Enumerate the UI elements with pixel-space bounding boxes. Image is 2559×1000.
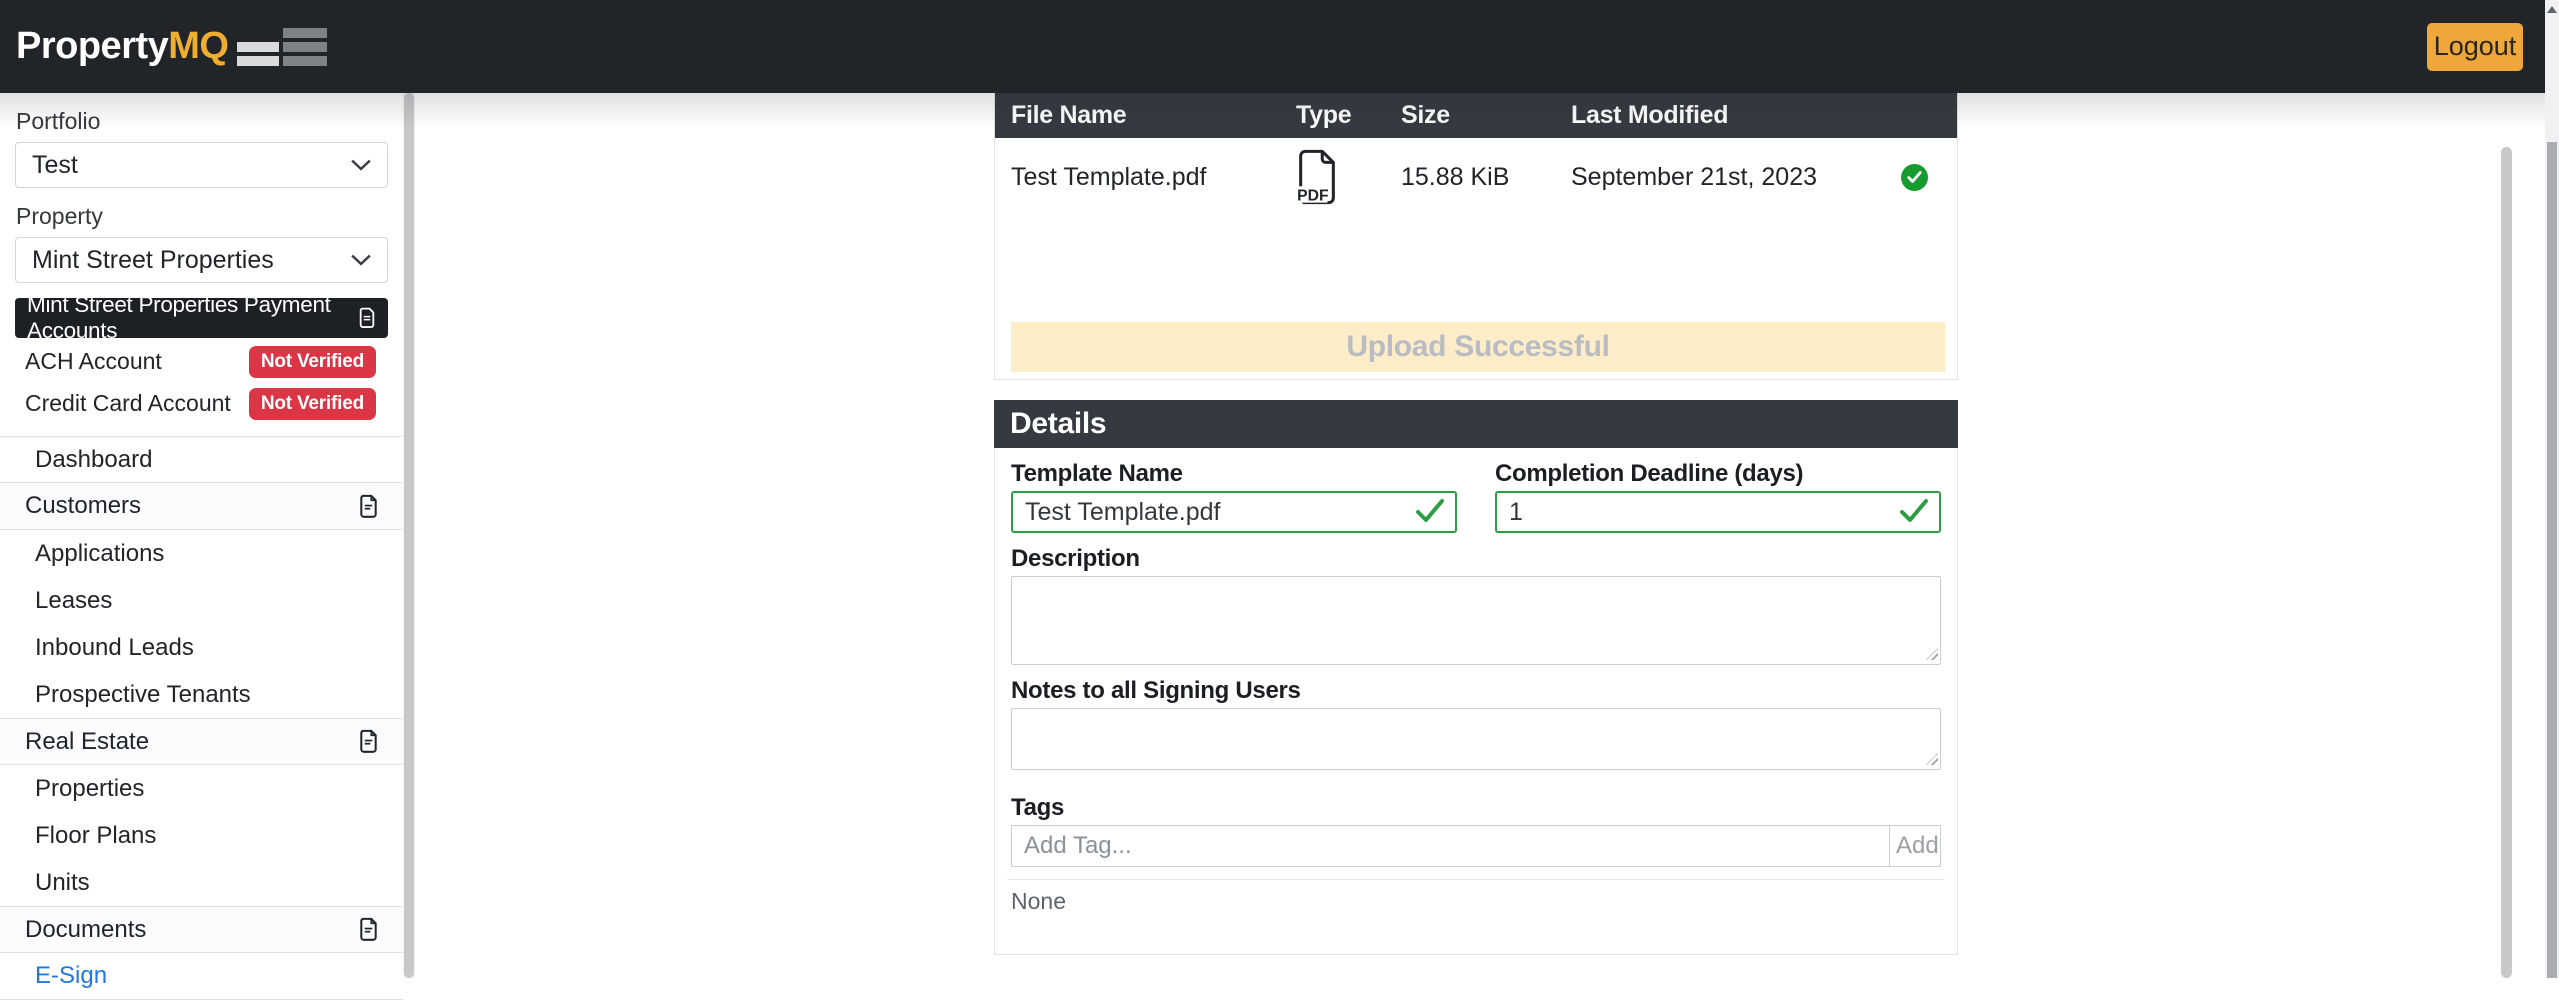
valid-check-icon	[1415, 498, 1445, 529]
portfolio-label: Portfolio	[16, 108, 388, 135]
window-scrollbar-thumb[interactable]	[2547, 142, 2557, 978]
sidebar-scrollbar[interactable]	[403, 93, 415, 978]
sidebar-item-floor-plans[interactable]: Floor Plans	[0, 812, 403, 859]
scroll-up-arrow-icon[interactable]	[2547, 6, 2557, 13]
property-label: Property	[16, 203, 388, 230]
sidebar-section-customers[interactable]: Customers	[0, 483, 403, 530]
upload-success-banner: Upload Successful	[1011, 322, 1945, 372]
description-label: Description	[1011, 547, 1941, 571]
svg-text:PDF: PDF	[1297, 187, 1329, 204]
completion-deadline-input[interactable]	[1495, 491, 1941, 533]
document-icon	[356, 494, 381, 519]
sidebar-section-documents[interactable]: Documents	[0, 906, 403, 953]
payment-accounts-title: Mint Street Properties Payment Accounts	[27, 292, 356, 344]
tags-empty-text: None	[1011, 888, 1941, 915]
template-name-input[interactable]	[1011, 491, 1457, 533]
description-textarea[interactable]	[1011, 576, 1941, 665]
template-name-label: Template Name	[1011, 462, 1457, 486]
completion-deadline-label: Completion Deadline (days)	[1495, 462, 1941, 486]
verified-check-icon	[1901, 164, 1928, 191]
sidebar-section-real-estate[interactable]: Real Estate	[0, 718, 403, 765]
portfolio-selected-value: Test	[32, 151, 78, 180]
file-size-cell: 15.88 KiB	[1401, 163, 1571, 192]
sidebar-item-leases[interactable]: Leases	[0, 577, 403, 624]
content-column: File Name Type Size Last Modified Test T…	[994, 93, 1958, 380]
col-type: Type	[1296, 101, 1401, 130]
ach-account-row[interactable]: ACH Account Not Verified	[15, 343, 388, 380]
col-last-modified: Last Modified	[1571, 101, 1901, 130]
sidebar-item-units[interactable]: Units	[0, 859, 403, 906]
uploaded-files-card: File Name Type Size Last Modified Test T…	[994, 93, 1958, 380]
portfolio-select[interactable]: Test	[15, 142, 388, 188]
add-tag-button[interactable]: Add	[1889, 825, 1941, 867]
sidebar-scrollbar-thumb[interactable]	[404, 93, 414, 978]
sidebar-item-prospective-tenants[interactable]: Prospective Tenants	[0, 671, 403, 718]
notes-textarea[interactable]	[1011, 708, 1941, 770]
document-icon	[356, 729, 381, 754]
property-selected-value: Mint Street Properties	[32, 246, 274, 275]
sidebar-item-esign[interactable]: E-Sign	[0, 953, 403, 1000]
ach-status-badge: Not Verified	[249, 346, 376, 378]
credit-card-account-label: Credit Card Account	[25, 390, 231, 417]
credit-card-account-row[interactable]: Credit Card Account Not Verified	[15, 385, 388, 422]
file-name-cell: Test Template.pdf	[1011, 163, 1296, 192]
credit-card-status-badge: Not Verified	[249, 388, 376, 420]
payment-accounts-button[interactable]: Mint Street Properties Payment Accounts	[15, 298, 388, 338]
brand-logo: Property MQ	[16, 25, 327, 68]
brand-property-text: Property	[16, 25, 168, 68]
tags-label: Tags	[1011, 796, 1941, 820]
details-card: Template Name Completion Deadline (days)	[994, 448, 1958, 955]
description-textarea-wrap	[1011, 576, 1941, 665]
notes-textarea-wrap	[1011, 708, 1941, 770]
sidebar-nav: Dashboard Customers Applications Leases …	[0, 436, 403, 1000]
tags-divider	[1007, 879, 1945, 880]
sidebar-item-applications[interactable]: Applications	[0, 530, 403, 577]
col-size: Size	[1401, 101, 1571, 130]
main-content: File Name Type Size Last Modified Test T…	[415, 93, 2513, 978]
content-scrollbar-thumb[interactable]	[2501, 147, 2512, 978]
brand-mq-text: MQ	[168, 25, 228, 68]
table-row[interactable]: Test Template.pdf PDF 15.88 KiB Septembe…	[995, 138, 1957, 216]
pdf-file-icon: PDF	[1296, 149, 1401, 205]
add-tag-input[interactable]	[1011, 825, 1890, 867]
sidebar-item-inbound-leads[interactable]: Inbound Leads	[0, 624, 403, 671]
window-scrollbar[interactable]	[2545, 0, 2559, 978]
top-navbar: Property MQ Logout	[0, 0, 2545, 93]
chevron-down-icon	[351, 254, 371, 266]
files-table-header: File Name Type Size Last Modified	[995, 93, 1957, 138]
chevron-down-icon	[351, 159, 371, 171]
valid-check-icon	[1899, 498, 1929, 529]
last-modified-cell: September 21st, 2023	[1571, 163, 1901, 192]
col-file-name: File Name	[1011, 101, 1296, 130]
sidebar: Portfolio Test Property Mint Street Prop…	[0, 93, 403, 978]
equalizer-bars-icon	[237, 28, 327, 66]
sidebar-item-properties[interactable]: Properties	[0, 765, 403, 812]
sidebar-item-dashboard[interactable]: Dashboard	[0, 436, 403, 483]
document-icon	[356, 307, 378, 329]
ach-account-label: ACH Account	[25, 348, 162, 375]
notes-label: Notes to all Signing Users	[1011, 679, 1941, 703]
details-section-header: Details	[994, 400, 1958, 448]
document-icon	[356, 917, 381, 942]
property-select[interactable]: Mint Street Properties	[15, 237, 388, 283]
logout-button[interactable]: Logout	[2427, 23, 2523, 71]
